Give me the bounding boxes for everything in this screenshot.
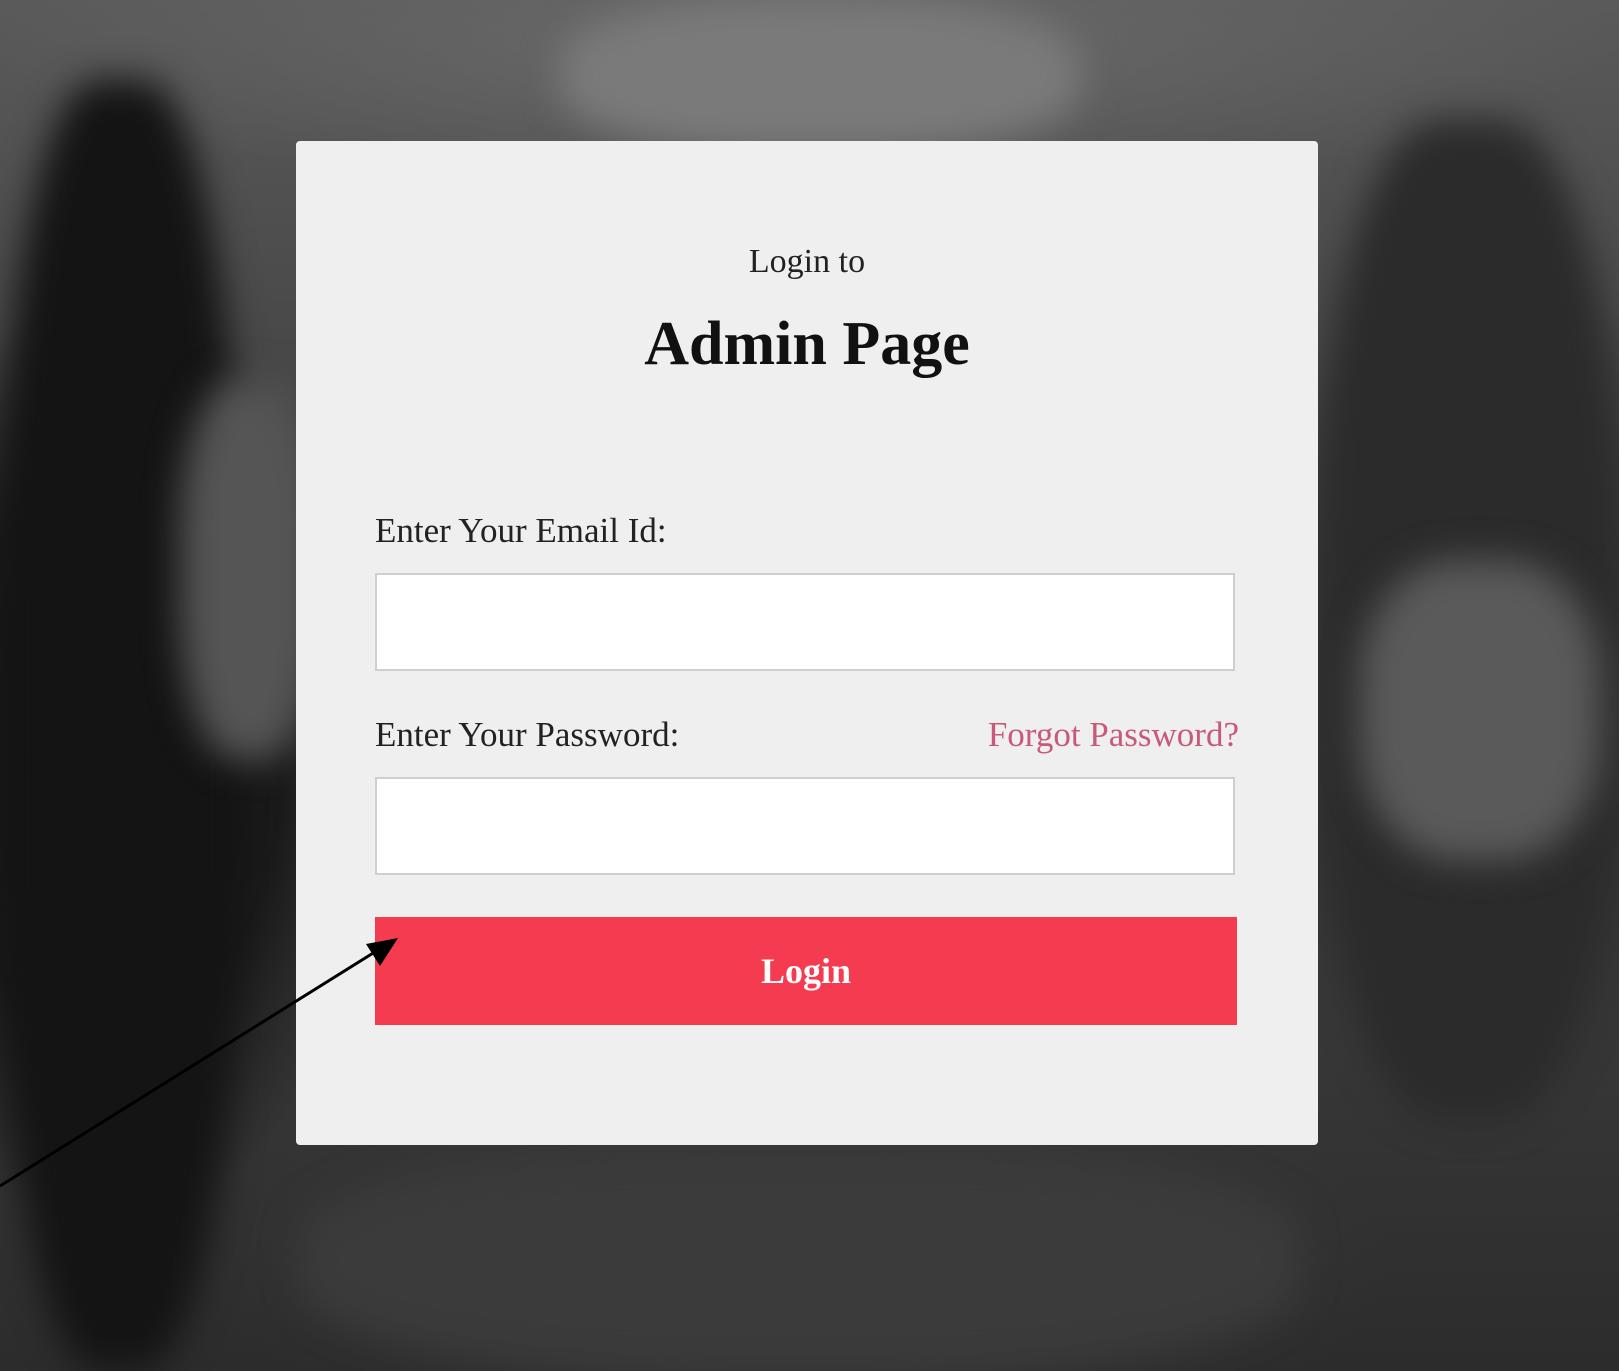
email-field[interactable] xyxy=(375,573,1235,671)
password-field[interactable] xyxy=(375,777,1235,875)
page-title: Admin Page xyxy=(644,310,970,378)
email-label: Enter Your Email Id: xyxy=(375,511,667,550)
forgot-password-link[interactable]: Forgot Password? xyxy=(988,715,1239,755)
password-label: Enter Your Password: xyxy=(375,715,680,754)
background-blur-shape xyxy=(560,0,1080,150)
background-blur-shape xyxy=(1360,560,1600,860)
background-blur-shape xyxy=(300,1150,1300,1370)
login-subtitle: Login to xyxy=(748,243,866,280)
login-card: Login to Admin Page Enter Your Email Id:… xyxy=(296,141,1318,1145)
login-button[interactable]: Login xyxy=(375,917,1237,1025)
